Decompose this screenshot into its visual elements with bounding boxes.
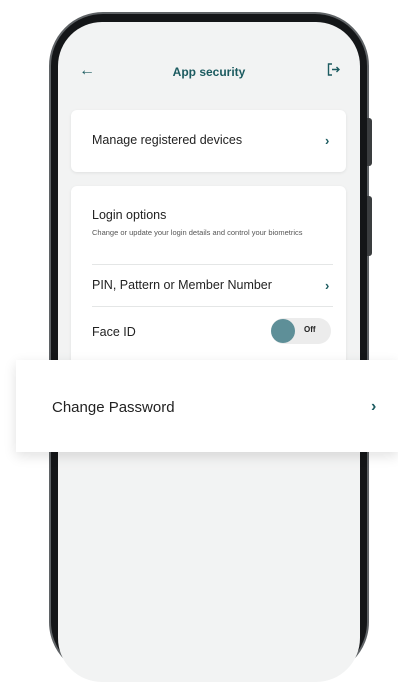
toggle-state-label: Off [304, 325, 316, 334]
divider [92, 306, 333, 307]
manage-devices-label: Manage registered devices [92, 133, 243, 147]
face-id-label: Face ID [92, 325, 136, 339]
pin-pattern-label[interactable]: PIN, Pattern or Member Number [92, 278, 272, 292]
app-screen: ← App security Manage registered devices… [58, 22, 360, 682]
manage-devices-row[interactable]: Manage registered devices › [71, 110, 346, 172]
toggle-knob [271, 319, 295, 343]
face-id-toggle[interactable]: Off [271, 318, 331, 344]
logout-icon[interactable] [326, 62, 341, 80]
page-title: App security [172, 65, 246, 79]
change-password-label: Change Password [52, 399, 175, 416]
change-password-row[interactable]: Change Password › [16, 360, 398, 452]
phone-side-button [367, 196, 372, 256]
chevron-right-icon: › [371, 398, 377, 415]
chevron-right-icon[interactable]: › [325, 278, 329, 293]
chevron-right-icon: › [325, 133, 330, 148]
login-options-subtitle: Change or update your login details and … [92, 228, 303, 237]
login-options-title: Login options [92, 208, 167, 222]
logout-icon-glyph [327, 63, 340, 76]
divider [92, 264, 333, 265]
phone-side-button [367, 118, 372, 166]
login-options-card: Login options Change or update your logi… [71, 186, 346, 386]
